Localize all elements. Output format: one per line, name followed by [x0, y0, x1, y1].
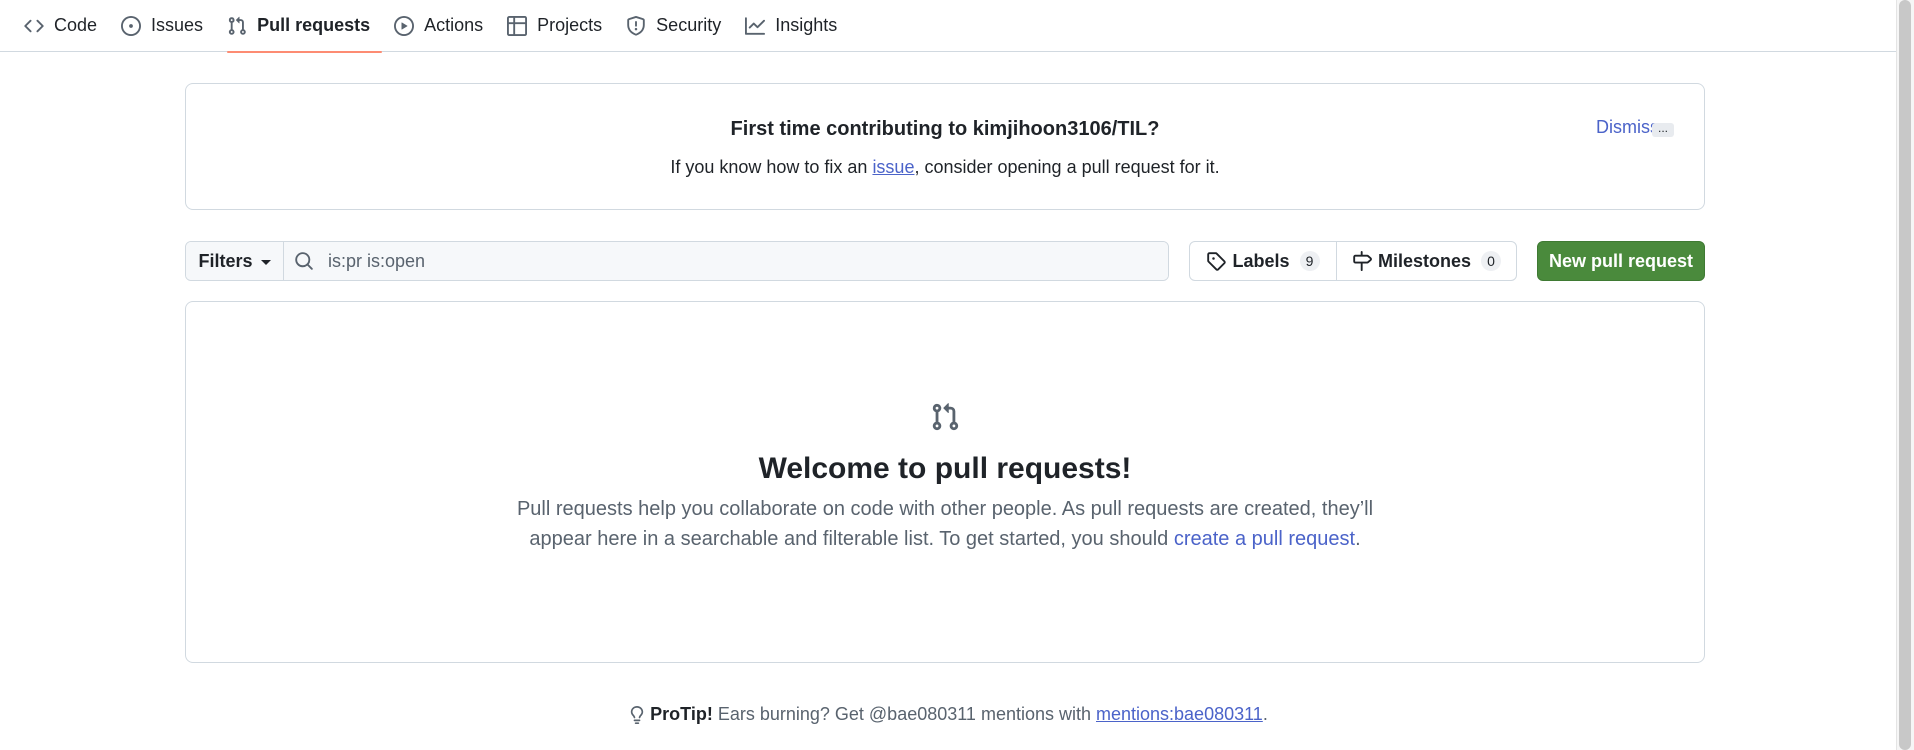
scrollbar-thumb[interactable] — [1899, 0, 1911, 750]
more-button[interactable]: ... — [1652, 122, 1674, 137]
tab-actions[interactable]: Actions — [382, 0, 495, 52]
tab-issues-label: Issues — [151, 15, 204, 35]
issue-link[interactable]: issue — [872, 157, 914, 177]
dismiss-button[interactable]: Dismiss — [1596, 117, 1659, 138]
contributor-banner: First time contributing to kimjihoon3106… — [185, 83, 1705, 210]
tab-code[interactable]: Code — [12, 0, 109, 52]
protip-label: ProTip! — [650, 704, 713, 724]
milestones-count: 0 — [1481, 251, 1502, 271]
git-pull-request-icon — [228, 16, 246, 35]
tab-issues[interactable]: Issues — [109, 0, 215, 52]
filter-bar: Filters — [185, 241, 1169, 281]
protip-text: Ears burning? Get @bae080311 mentions wi… — [712, 704, 1096, 724]
milestones-button[interactable]: Milestones 0 — [1337, 242, 1516, 280]
tab-actions-label: Actions — [424, 15, 484, 35]
play-icon — [394, 15, 415, 36]
search-input[interactable] — [326, 249, 1168, 273]
triangle-down-icon — [260, 259, 271, 265]
graph-icon — [745, 16, 766, 35]
create-pull-request-link[interactable]: create a pull request — [1174, 528, 1355, 550]
shield-icon — [627, 15, 645, 36]
protip: ProTip! Ears burning? Get @bae080311 men… — [0, 704, 1896, 725]
labels-button[interactable]: Labels 9 — [1190, 242, 1337, 280]
labels-count: 9 — [1299, 251, 1320, 271]
scrollbar-edge — [1896, 0, 1897, 750]
milestones-label: Milestones — [1377, 250, 1472, 271]
filters-button[interactable]: Filters — [186, 242, 284, 280]
search-icon — [295, 252, 313, 270]
tab-projects-label: Projects — [537, 15, 603, 35]
protip-suffix: . — [1262, 704, 1268, 724]
blankslate-title: Welcome to pull requests! — [758, 452, 1132, 485]
blankslate-suffix: . — [1355, 528, 1361, 550]
new-pull-request-button[interactable]: New pull request — [1537, 241, 1705, 281]
tab-security[interactable]: Security — [614, 0, 733, 52]
blankslate: Welcome to pull requests! Pull requests … — [185, 301, 1705, 663]
filters-button-label: Filters — [198, 250, 253, 271]
tag-icon — [1207, 252, 1227, 271]
tab-insights[interactable]: Insights — [733, 0, 849, 52]
vertical-scrollbar[interactable] — [1896, 0, 1914, 750]
banner-text-before: If you know how to fix an — [670, 157, 873, 177]
tab-security-label: Security — [656, 15, 722, 35]
tab-insights-label: Insights — [775, 15, 838, 35]
blankslate-text: Pull requests help you collaborate on co… — [505, 494, 1385, 554]
git-pull-request-icon — [932, 403, 959, 431]
banner-text-after: , consider opening a pull request for it… — [914, 157, 1220, 177]
code-icon — [24, 19, 44, 32]
repo-nav: Code Issues Pull requests Actions Projec… — [0, 0, 1896, 53]
mentions-link[interactable]: mentions:bae080311 — [1096, 704, 1263, 725]
banner-title: First time contributing to kimjihoon3106… — [730, 118, 1160, 140]
tab-pull-requests[interactable]: Pull requests — [215, 0, 383, 53]
light-bulb-icon — [630, 705, 644, 724]
banner-text: If you know how to fix an issue, conside… — [186, 157, 1704, 178]
table-icon — [507, 15, 528, 36]
milestone-icon — [1353, 251, 1372, 271]
tab-code-label: Code — [54, 15, 98, 35]
labels-milestones-group: Labels 9 Milestones 0 — [1189, 241, 1517, 281]
labels-label: Labels — [1232, 250, 1290, 271]
search-box[interactable] — [284, 242, 1168, 280]
issue-opened-icon — [121, 15, 142, 36]
tab-projects[interactable]: Projects — [495, 0, 614, 52]
tab-pull-requests-label: Pull requests — [257, 15, 371, 35]
